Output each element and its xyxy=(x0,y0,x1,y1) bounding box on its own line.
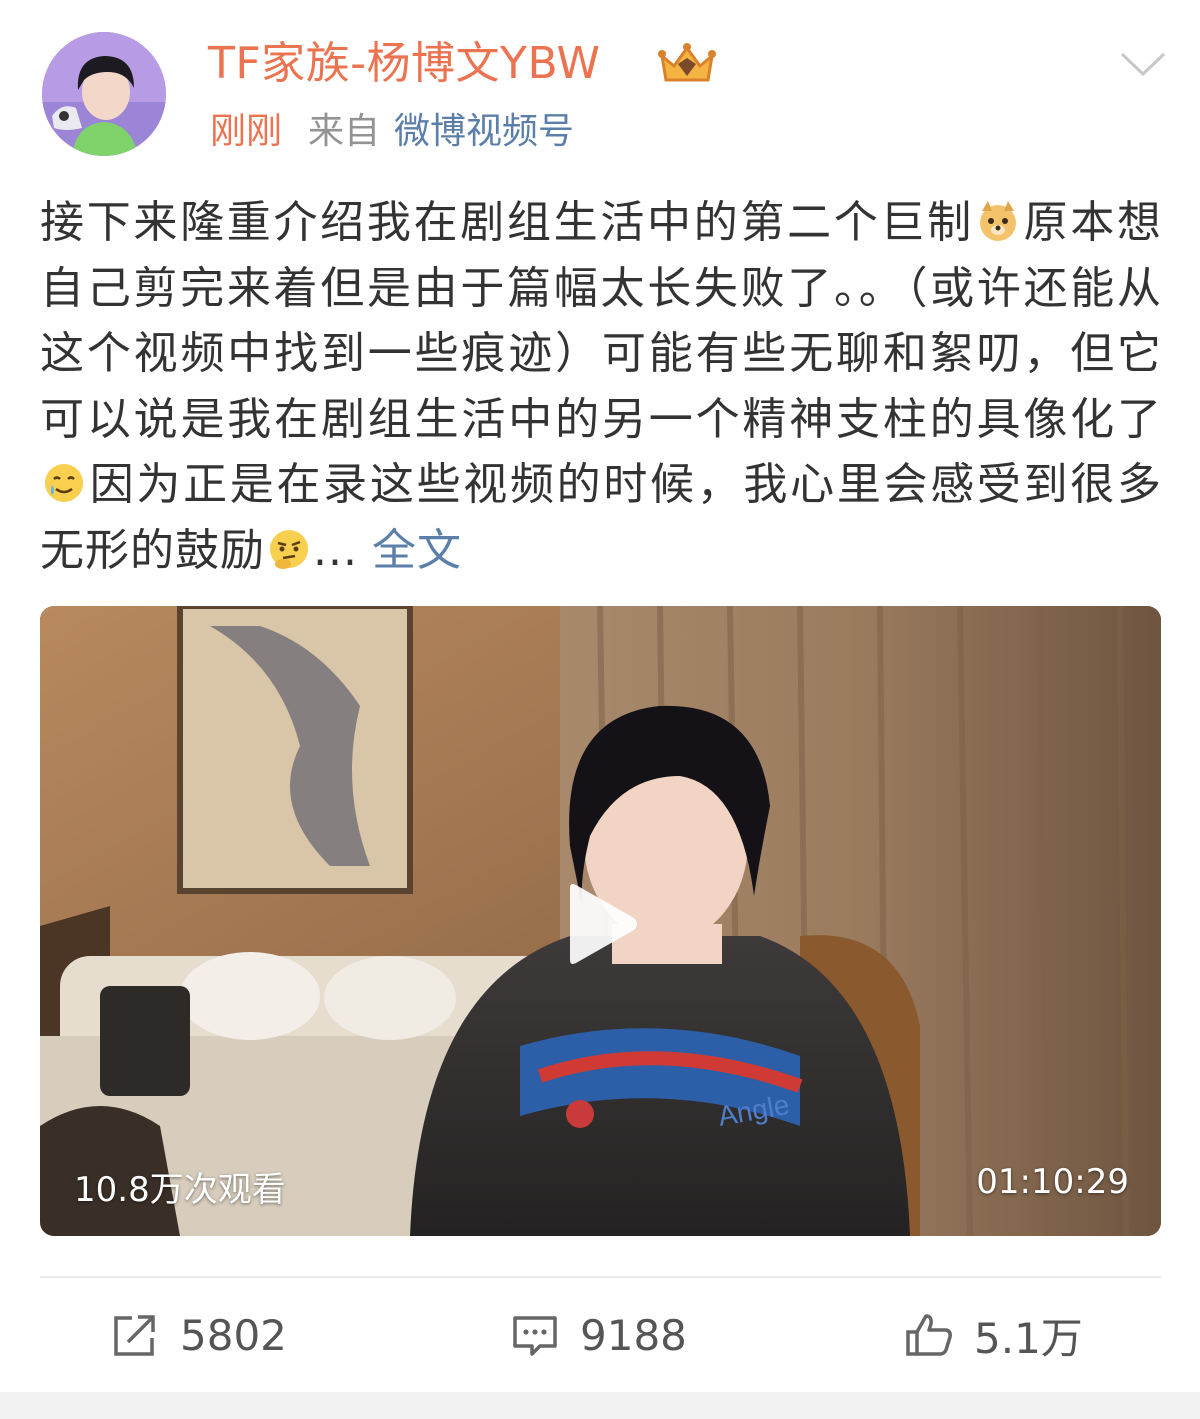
action-bar: 5802 9188 5.1万 xyxy=(0,1290,1200,1382)
comment-icon xyxy=(513,1316,557,1356)
tear-smile-emoji xyxy=(42,461,86,505)
video-player[interactable]: Angle 10.8万次观看 01:10:29 xyxy=(40,606,1161,1236)
post-time: 刚刚 xyxy=(210,111,283,152)
play-icon[interactable] xyxy=(562,880,640,968)
comment-button[interactable]: 9188 xyxy=(510,1300,687,1370)
repost-count: 5802 xyxy=(180,1310,287,1360)
repost-icon xyxy=(114,1315,155,1356)
post-text: 接下来隆重介绍我在剧组生活中的第二个巨制 原本想自己剪完来着但是由于篇幅太长失败了… xyxy=(40,190,1162,583)
like-icon xyxy=(906,1314,952,1356)
like-count: 5.1万 xyxy=(974,1313,1083,1363)
from-label: 来自 xyxy=(308,111,381,152)
post-meta: 刚刚 来自 微博视频号 xyxy=(210,108,574,156)
post-text-part-1: 接下来隆重介绍我在剧组生活中的第二个巨制 xyxy=(40,197,974,248)
like-button[interactable]: 5.1万 xyxy=(904,1300,1083,1370)
comment-count: 9188 xyxy=(580,1310,687,1360)
post-header: TF家族-杨博文YBW 刚刚 来自 微博视频号 xyxy=(0,0,1200,180)
chevron-down-icon[interactable] xyxy=(1118,44,1168,82)
crown-badge-icon xyxy=(658,43,716,82)
video-duration: 01:10:29 xyxy=(976,1162,1129,1202)
post-text-part-4: ... xyxy=(313,524,358,576)
username[interactable]: TF家族-杨博文YBW xyxy=(208,38,601,90)
post-text-part-3: 因为正是在录这些视频的时候，我心里会感受到很多无形的鼓励 xyxy=(40,459,1162,576)
divider xyxy=(40,1276,1161,1278)
view-count: 10.8万次观看 xyxy=(74,1170,286,1210)
full-text-link[interactable]: 全文 xyxy=(372,525,462,576)
post-source[interactable]: 微博视频号 xyxy=(394,111,574,152)
avatar[interactable] xyxy=(42,32,166,156)
thinking-emoji xyxy=(267,527,311,571)
repost-button[interactable]: 5802 xyxy=(110,1300,287,1370)
doge-emoji xyxy=(976,199,1020,243)
bottom-strip xyxy=(0,1392,1200,1419)
